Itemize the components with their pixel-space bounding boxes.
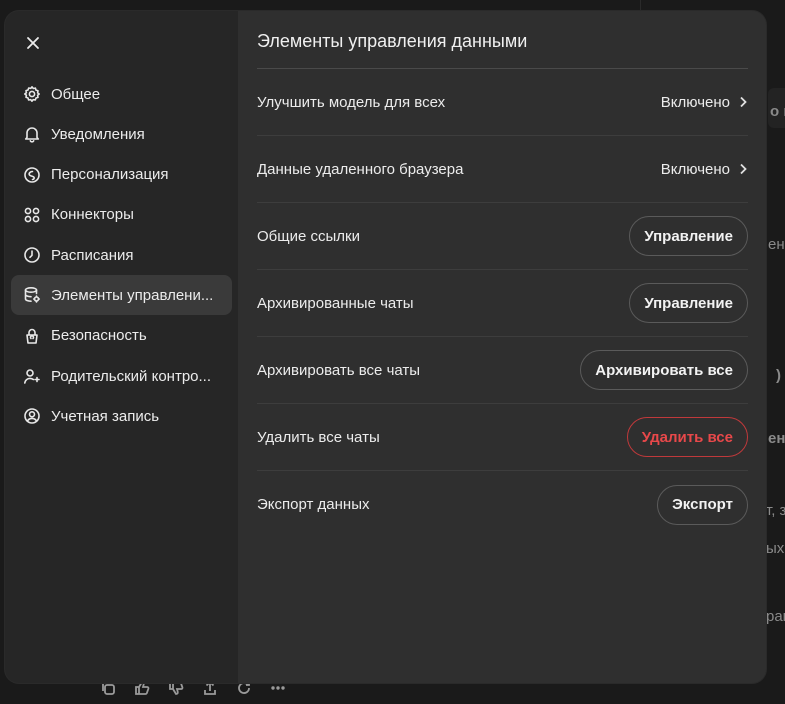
sidebar-item-account[interactable]: Учетная запись	[11, 396, 232, 436]
setting-label: Экспорт данных	[257, 496, 370, 513]
background-text: ран	[766, 608, 785, 625]
setting-row-improve-model: Улучшить модель для всех Включено	[257, 69, 748, 136]
parental-icon	[23, 367, 41, 385]
setting-label: Улучшить модель для всех	[257, 93, 446, 111]
setting-row-remote-browser: Данные удаленного браузера Включено	[257, 136, 748, 203]
sidebar-item-label: Общее	[51, 85, 101, 103]
sidebar-item-connectors[interactable]: Коннекторы	[11, 195, 232, 235]
setting-row-archived-chats: Архивированные чаты Управление	[257, 270, 748, 337]
background-text: )	[776, 367, 781, 384]
settings-sidebar: Общее Уведомления Персонализация Коннект…	[5, 11, 238, 683]
setting-row-delete-all: Удалить все чаты Удалить все	[257, 404, 748, 471]
sidebar-item-label: Элементы управлени...	[51, 286, 214, 304]
sidebar-item-data-controls[interactable]: Элементы управлени...	[11, 275, 232, 316]
chevron-right-icon	[740, 163, 747, 175]
background-text: ени	[768, 430, 785, 447]
close-icon	[27, 37, 39, 49]
sidebar-item-label: Коннекторы	[51, 206, 134, 224]
delete-all-button[interactable]: Удалить все	[626, 417, 748, 457]
database-settings-icon	[23, 286, 41, 304]
sidebar-item-label: Родительский контро...	[51, 367, 212, 385]
setting-label: Данные удаленного браузера	[257, 160, 464, 178]
setting-label: Архивированные чаты	[257, 294, 414, 312]
remote-browser-toggle[interactable]: Включено	[661, 161, 748, 178]
page-title: Элементы управления данными	[257, 31, 528, 51]
setting-row-export: Экспорт данных Экспорт	[257, 471, 748, 538]
personalization-icon	[23, 166, 41, 184]
setting-value: Включено	[660, 93, 730, 111]
sidebar-item-personalization[interactable]: Персонализация	[11, 155, 232, 195]
background-text: о во	[770, 103, 785, 120]
archive-all-button[interactable]: Архивировать все	[580, 350, 748, 390]
manage-archived-chats-button[interactable]: Управление	[629, 283, 748, 323]
sidebar-item-parental-controls[interactable]: Родительский контро...	[11, 356, 232, 396]
setting-label: Общие ссылки	[257, 227, 360, 245]
chevron-right-icon	[740, 96, 747, 108]
improve-model-toggle[interactable]: Включено	[661, 94, 748, 111]
lock-icon	[23, 327, 41, 345]
setting-value: Включено	[660, 160, 730, 178]
background-text: т, з	[766, 502, 785, 519]
setting-label: Архивировать все чаты	[257, 361, 421, 379]
gear-icon	[23, 85, 41, 103]
setting-label: Удалить все чаты	[257, 428, 380, 446]
manage-shared-links-button[interactable]: Управление	[629, 216, 748, 256]
background-text: ых(	[766, 540, 785, 557]
connectors-icon	[23, 206, 41, 224]
settings-rows: Улучшить модель для всех Включено Данные…	[257, 69, 748, 538]
sidebar-item-schedules[interactable]: Расписания	[11, 235, 232, 275]
export-button[interactable]: Экспорт	[657, 484, 748, 525]
settings-nav: Общее Уведомления Персонализация Коннект…	[11, 74, 232, 437]
setting-row-archive-all: Архивировать все чаты Архивировать все	[257, 337, 748, 404]
background-text: ене	[768, 236, 785, 253]
bell-icon	[23, 125, 41, 143]
sidebar-item-label: Уведомления	[51, 125, 145, 143]
sidebar-item-label: Персонализация	[51, 166, 169, 184]
sidebar-item-security[interactable]: Безопасность	[11, 316, 232, 356]
settings-modal: Общее Уведомления Персонализация Коннект…	[5, 11, 766, 683]
setting-row-shared-links: Общие ссылки Управление	[257, 203, 748, 270]
close-button[interactable]	[21, 31, 45, 55]
sidebar-item-notifications[interactable]: Уведомления	[11, 114, 232, 154]
clock-icon	[23, 246, 41, 264]
sidebar-item-label: Учетная запись	[51, 407, 160, 425]
settings-content: Элементы управления данными Улучшить мод…	[238, 11, 766, 683]
sidebar-item-label: Безопасность	[51, 327, 147, 345]
sidebar-item-general[interactable]: Общее	[11, 74, 232, 114]
sidebar-item-label: Расписания	[51, 246, 134, 264]
account-icon	[23, 407, 41, 425]
